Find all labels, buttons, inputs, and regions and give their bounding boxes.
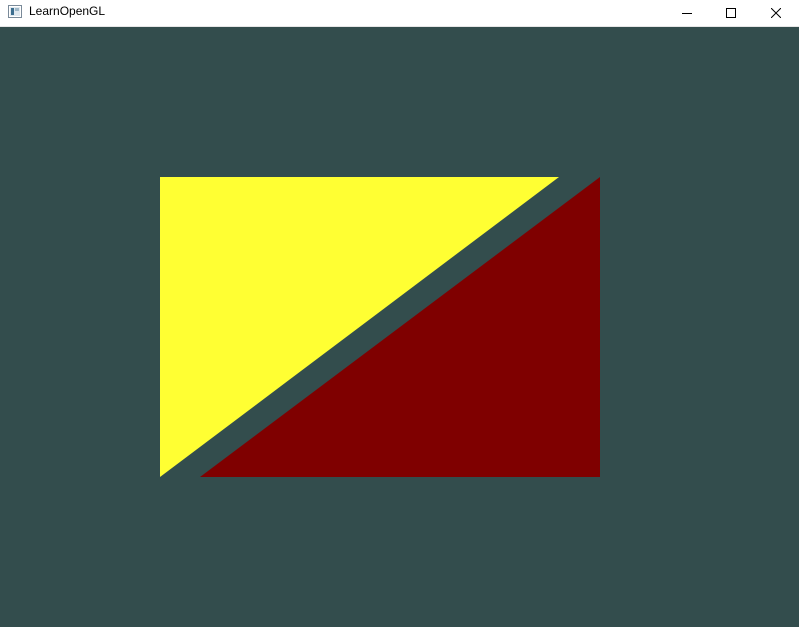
minimize-button[interactable] (664, 0, 710, 26)
application-window: LearnOpenGL (0, 0, 799, 627)
close-icon (771, 8, 781, 18)
app-icon (8, 5, 22, 18)
render-canvas (0, 27, 799, 627)
maximize-icon (726, 8, 736, 18)
title-bar[interactable]: LearnOpenGL (0, 0, 799, 27)
maximize-button[interactable] (708, 0, 754, 26)
minimize-icon (682, 13, 692, 14)
window-title: LearnOpenGL (29, 4, 106, 18)
clear-color-background (0, 27, 799, 627)
opengl-viewport[interactable] (0, 27, 799, 627)
close-button[interactable] (753, 0, 799, 26)
